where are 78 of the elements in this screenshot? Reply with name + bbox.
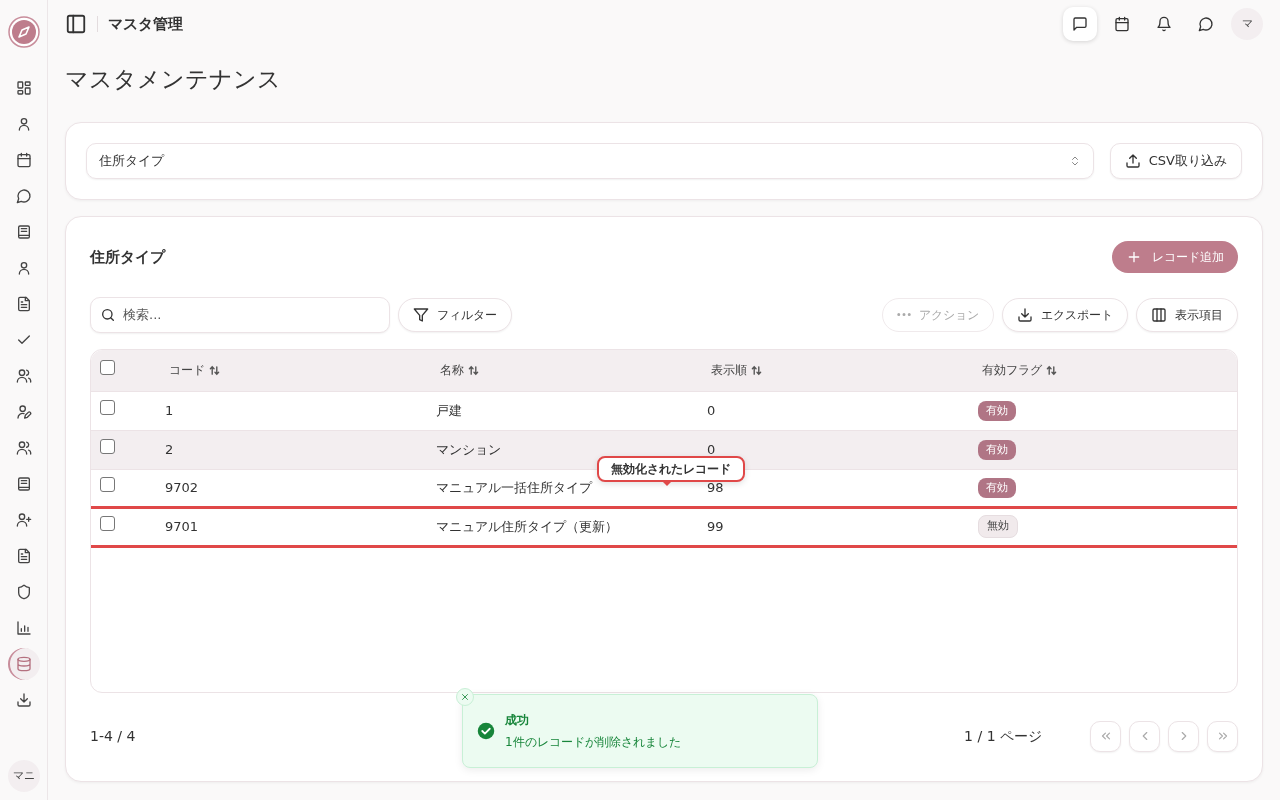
document-icon	[15, 296, 32, 312]
table-cell: マニュアル住所タイプ（更新）	[436, 518, 618, 534]
table-cell: 戸建	[436, 402, 462, 418]
user-edit-icon	[15, 404, 32, 420]
csv-import-button[interactable]: CSV取り込み	[1109, 142, 1242, 179]
row-checkbox[interactable]	[100, 400, 115, 416]
sort-icon	[1046, 364, 1057, 376]
master-select[interactable]: 住所タイプ	[86, 142, 1094, 179]
calendar-icon	[1114, 16, 1130, 32]
close-icon	[460, 692, 470, 702]
dashboard-icon	[15, 80, 32, 96]
row-checkbox[interactable]	[100, 477, 115, 493]
table-cell: 0	[707, 441, 716, 457]
column-header[interactable]: コード	[169, 361, 220, 380]
upload-icon	[1124, 152, 1141, 169]
page-indicator: 1 / 1 ページ	[964, 726, 1042, 746]
compass-logo-icon	[7, 16, 40, 48]
table-cell: 98	[707, 479, 724, 495]
row-checkbox[interactable]	[100, 439, 115, 455]
table-cell: マンション	[436, 441, 501, 457]
table-cell: 2	[165, 441, 174, 457]
header-action-button[interactable]	[1063, 7, 1097, 41]
status-badge: 有効	[978, 477, 1016, 499]
record-range: 1-4 / 4	[90, 726, 136, 746]
document-icon	[15, 548, 32, 564]
page-title: マスタメンテナンス	[65, 66, 282, 94]
toast-message: 1件のレコードが削除されました	[505, 734, 681, 751]
export-button[interactable]: エクスポート	[1002, 297, 1128, 332]
column-header[interactable]: 表示順	[711, 361, 762, 380]
toast-title: 成功	[505, 712, 530, 729]
search-icon	[100, 306, 116, 323]
table-row[interactable]: 1 戸建 0 有効	[91, 391, 1237, 431]
tooltip: 無効化されたレコード	[597, 455, 745, 482]
sort-icon	[468, 364, 479, 376]
users-icon	[15, 440, 32, 456]
sidebar-toggle-icon[interactable]	[65, 13, 87, 35]
sort-icon	[209, 364, 220, 376]
table-cell: 0	[707, 402, 716, 418]
chat-bubble-icon	[1198, 16, 1214, 32]
status-badge: 有効	[978, 400, 1016, 422]
table-row[interactable]: 9701 マニュアル住所タイプ（更新） 99 無効	[91, 508, 1237, 548]
table-cell: 9702	[165, 479, 199, 495]
table-cell: マニュアル一括住所タイプ	[436, 479, 592, 495]
column-header[interactable]: 名称	[440, 361, 479, 380]
shield-icon	[15, 584, 32, 600]
book-icon	[15, 224, 32, 240]
download-icon	[1017, 306, 1033, 323]
book-icon	[15, 476, 32, 492]
users-icon	[15, 368, 32, 384]
card-title: 住所タイプ	[90, 247, 165, 266]
bell-icon	[1156, 16, 1172, 32]
calendar-icon	[15, 152, 32, 168]
table-cell: 1	[165, 402, 174, 418]
row-checkbox[interactable]	[100, 516, 115, 532]
table-cell: 9701	[165, 518, 199, 534]
user-avatar[interactable]: マニ	[7, 760, 40, 792]
download-icon	[15, 692, 32, 708]
database-icon	[15, 656, 32, 672]
columns-icon	[1151, 306, 1167, 323]
columns-button[interactable]: 表示項目	[1136, 297, 1238, 332]
filter-icon	[413, 306, 429, 323]
header-title: マスタ管理	[108, 13, 183, 35]
status-badge: 無効	[978, 515, 1018, 538]
column-header[interactable]: 有効フラグ	[982, 361, 1057, 380]
message-icon	[1072, 16, 1088, 32]
filter-button[interactable]: フィルター	[398, 297, 512, 332]
table-cell: 99	[707, 518, 724, 534]
select-all-checkbox[interactable]	[100, 360, 115, 376]
tooltip-pointer	[661, 479, 673, 486]
search-field[interactable]: 検索...	[90, 296, 390, 333]
user-avatar[interactable]: マ	[1231, 8, 1263, 40]
chat-bubble-icon	[15, 188, 32, 204]
sort-icon	[751, 364, 762, 376]
check-circle-icon	[477, 722, 495, 740]
bar-chart-icon	[15, 620, 32, 636]
more-icon	[897, 313, 911, 317]
status-badge: 有効	[978, 439, 1016, 461]
user-plus-icon	[15, 512, 32, 528]
